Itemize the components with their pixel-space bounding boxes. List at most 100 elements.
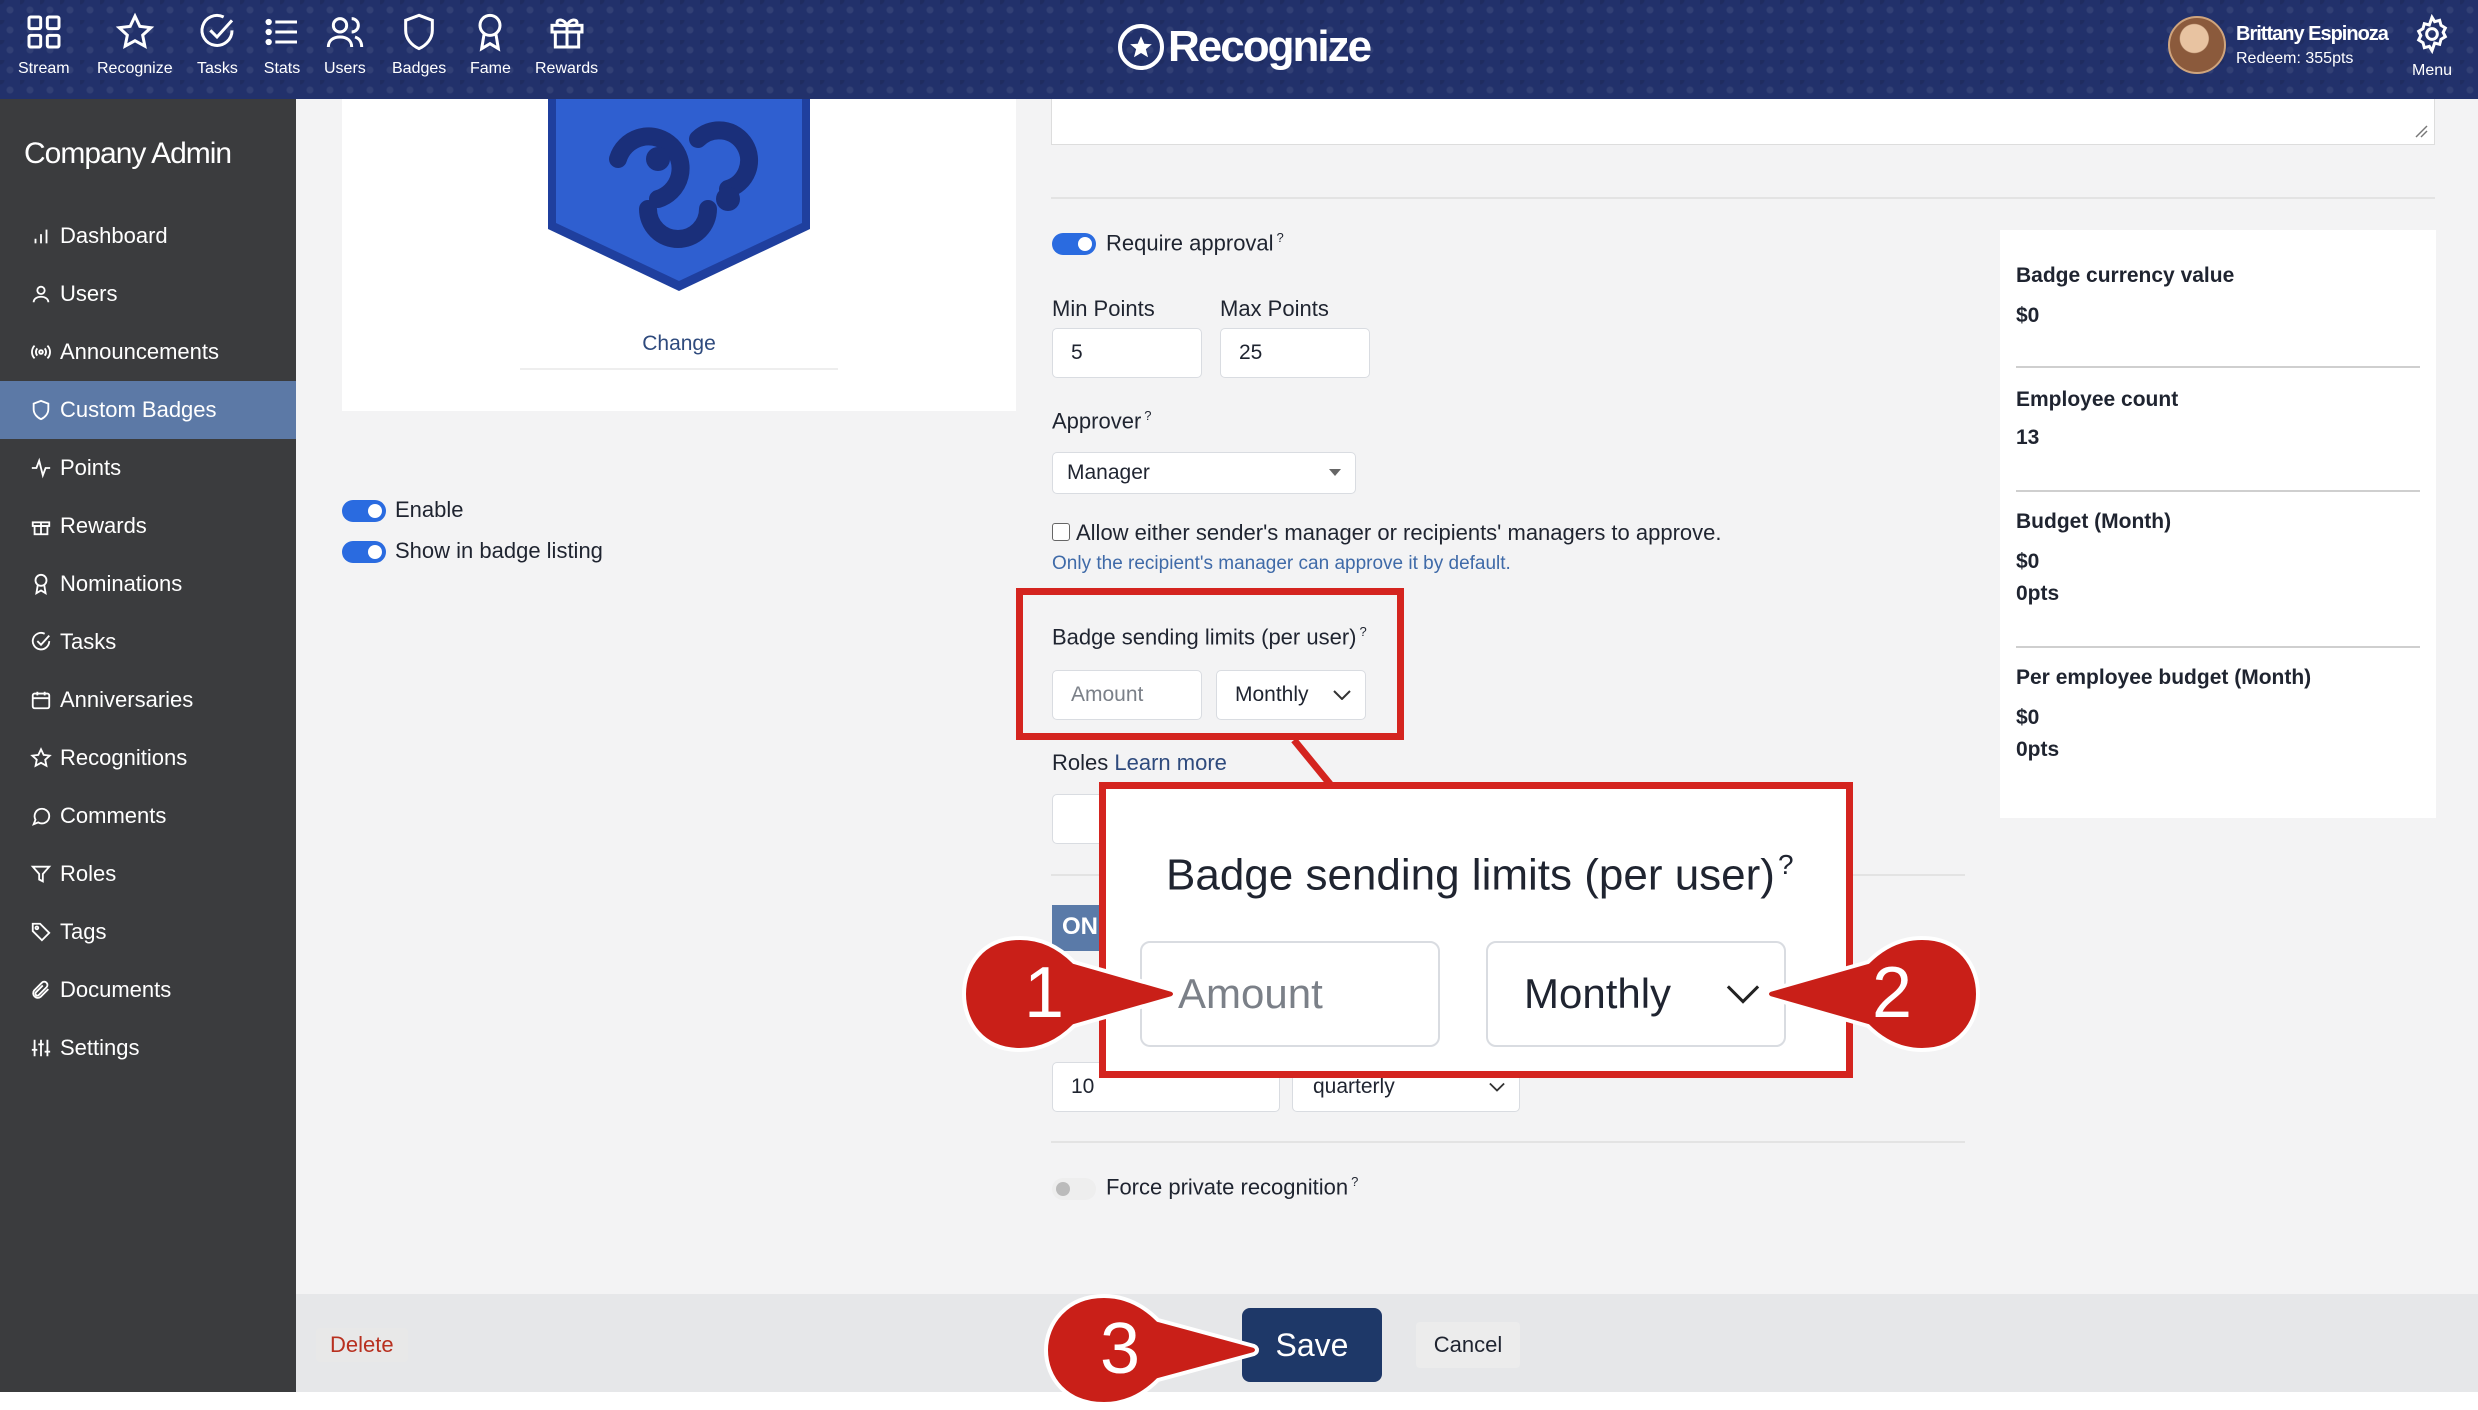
chevron-down-icon — [1489, 1082, 1505, 1092]
sidebar-item-label: Tasks — [60, 629, 117, 654]
sidebar-item-points[interactable]: Points — [0, 439, 296, 497]
nav-stream[interactable]: Stream — [18, 12, 70, 78]
sidebar-item-rewards[interactable]: Rewards — [0, 497, 296, 555]
budget-title: Budget (Month) — [2016, 510, 2172, 533]
resize-handle-icon — [2415, 125, 2428, 138]
nav-label: Users — [324, 60, 366, 77]
stat-divider — [2016, 366, 2420, 368]
budget-value: $0 — [2016, 550, 2040, 573]
sidebar-item-custom-badges[interactable]: Custom Badges — [0, 381, 296, 439]
callout-number-2: 2 — [1872, 953, 1913, 1033]
sidebar-item-tags[interactable]: Tags — [0, 903, 296, 961]
caret-down-icon — [1329, 469, 1341, 476]
avatar[interactable] — [2168, 16, 2226, 74]
cancel-button[interactable]: Cancel — [1416, 1322, 1520, 1368]
sidebar-item-label: Custom Badges — [60, 397, 217, 422]
sidebar-item-nominations[interactable]: Nominations — [0, 555, 296, 613]
section-divider — [1051, 197, 2435, 199]
force-private-label: Force private recognition? — [1106, 1174, 1359, 1200]
paperclip-icon — [32, 980, 49, 999]
nav-label: Badges — [392, 60, 447, 77]
admin-sidebar: Company Admin Dashboard Users Announceme… — [0, 99, 296, 1410]
nav-recognize[interactable]: Recognize — [97, 12, 173, 78]
allow-managers-label: Allow either sender's manager or recipie… — [1076, 520, 1722, 545]
sidebar-item-announcements[interactable]: Announcements — [0, 323, 296, 381]
per-employee-budget-value: $0 — [2016, 706, 2040, 729]
filter-icon — [30, 865, 52, 883]
tag-icon — [31, 922, 51, 942]
nav-badges[interactable]: Badges — [392, 12, 446, 78]
star-logo-icon — [1118, 24, 1164, 70]
shield-icon — [32, 399, 50, 421]
force-private-toggle[interactable] — [1052, 1178, 1096, 1200]
zoom-title: Badge sending limits (per user)? — [1166, 849, 1794, 900]
redeem-points[interactable]: Redeem: 355pts — [2236, 50, 2388, 68]
callout-marker-1: 1 — [962, 936, 1182, 1052]
callout-arrow-icon — [1044, 1294, 1259, 1406]
enable-label: Enable — [395, 497, 464, 522]
sliders-icon — [31, 1039, 51, 1057]
approver-select[interactable]: Manager — [1052, 452, 1356, 494]
user-icon — [32, 285, 50, 303]
delete-button[interactable]: Delete — [316, 1328, 408, 1362]
chevron-down-icon — [1726, 985, 1760, 1004]
callout-marker-2: 2 — [1764, 936, 1980, 1052]
approver-value: Manager — [1067, 461, 1150, 484]
save-button[interactable]: Save — [1242, 1308, 1382, 1382]
require-approval-toggle[interactable] — [1052, 233, 1096, 255]
nav-fame[interactable]: Fame — [470, 12, 511, 78]
ribbon-icon — [478, 13, 502, 52]
description-textarea[interactable] — [1051, 99, 2435, 145]
zoom-period-select: Monthly — [1486, 941, 1786, 1047]
sidebar-item-anniversaries[interactable]: Anniversaries — [0, 671, 296, 729]
nav-tasks[interactable]: Tasks — [197, 12, 238, 78]
nav-label: Tasks — [197, 60, 238, 77]
budget-points: 0pts — [2016, 582, 2060, 605]
min-points-input[interactable]: 5 — [1052, 328, 1202, 378]
sidebar-item-dashboard[interactable]: Dashboard — [0, 207, 296, 265]
require-approval-label: Require approval? — [1106, 230, 1284, 256]
menu-button[interactable]: Menu — [2412, 14, 2452, 80]
sidebar-item-roles[interactable]: Roles — [0, 845, 296, 903]
sidebar-item-label: Points — [60, 455, 122, 480]
user-profile[interactable]: Brittany Espinoza Redeem: 355pts — [2168, 16, 2389, 74]
allow-managers-checkbox[interactable] — [1052, 523, 1070, 541]
user-name: Brittany Espinoza — [2236, 22, 2389, 45]
approver-label: Approver? — [1052, 408, 1152, 434]
sidebar-item-label: Anniversaries — [60, 687, 194, 712]
comment-icon — [32, 807, 51, 826]
gift-icon — [31, 521, 51, 536]
sidebar-item-users[interactable]: Users — [0, 265, 296, 323]
badge-currency-value: $0 — [2016, 304, 2040, 327]
callout-arrow-icon — [962, 936, 1177, 1052]
logo-text: Recognize — [1168, 22, 1372, 71]
nav-users[interactable]: Users — [324, 12, 366, 78]
show-in-listing-toggle[interactable] — [342, 541, 386, 563]
users-icon — [326, 17, 364, 48]
employee-count-title: Employee count — [2016, 388, 2179, 411]
enable-toggle[interactable] — [342, 500, 386, 522]
sidebar-item-recognitions[interactable]: Recognitions — [0, 729, 296, 787]
per-employee-budget-points: 0pts — [2016, 738, 2060, 761]
max-points-input[interactable]: 25 — [1220, 328, 1370, 378]
broadcast-icon — [31, 344, 51, 360]
change-badge-button[interactable]: Change — [520, 318, 838, 370]
sidebar-item-comments[interactable]: Comments — [0, 787, 296, 845]
sidebar-item-label: Settings — [60, 1035, 140, 1060]
sidebar-item-settings[interactable]: Settings — [0, 1019, 296, 1077]
sidebar-item-documents[interactable]: Documents — [0, 961, 296, 1019]
nav-label: Fame — [470, 60, 511, 77]
nav-stats[interactable]: Stats — [262, 12, 302, 78]
show-in-listing-label: Show in badge listing — [395, 538, 603, 563]
zoom-period-value: Monthly — [1524, 970, 1672, 1017]
gift-icon — [550, 18, 584, 49]
nav-rewards[interactable]: Rewards — [535, 12, 598, 78]
highlight-box — [1016, 588, 1404, 740]
stat-divider — [2016, 490, 2420, 492]
nav-label: Rewards — [535, 60, 599, 77]
recognize-logo[interactable]: Recognize — [1118, 22, 1372, 72]
section-divider — [1051, 1141, 1965, 1143]
sidebar-item-tasks[interactable]: Tasks — [0, 613, 296, 671]
zoomed-callout-panel: Badge sending limits (per user)? Amount … — [1099, 782, 1853, 1078]
learn-more-link[interactable]: Learn more — [1114, 750, 1227, 775]
